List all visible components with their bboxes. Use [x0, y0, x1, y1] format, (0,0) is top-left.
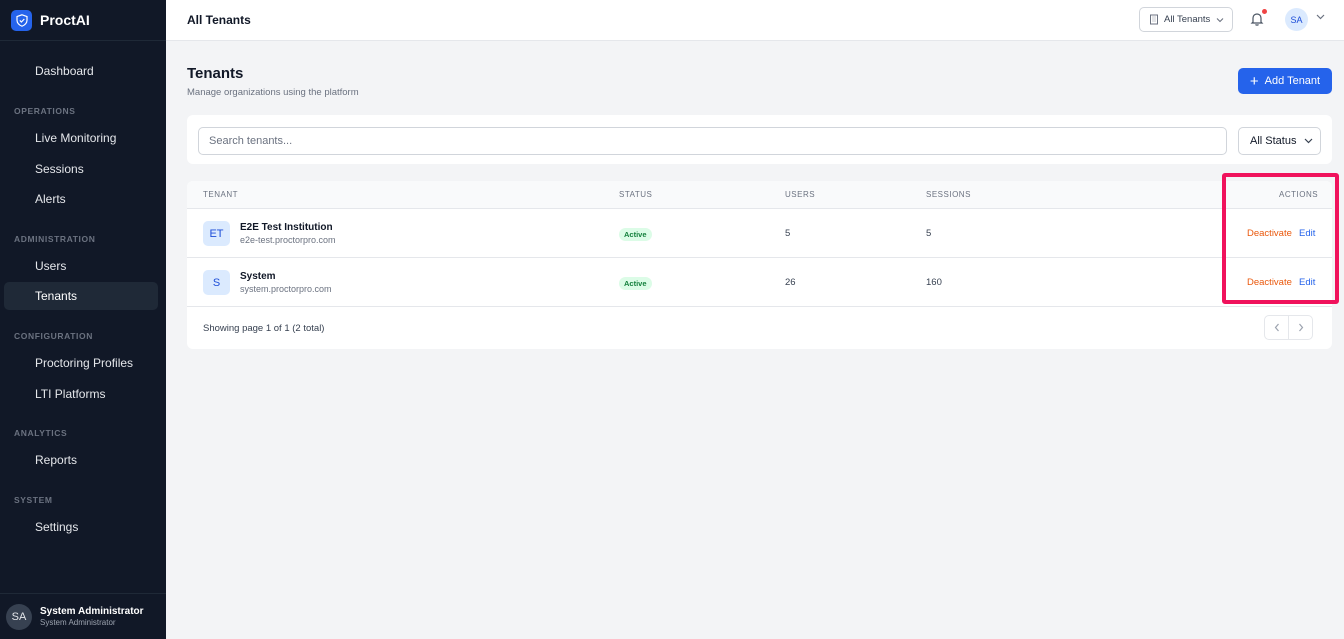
tenant-name: System — [240, 271, 276, 282]
tenants-table: TENANT STATUS USERS SESSIONS ACTIONS ET … — [187, 181, 1332, 349]
page-breadcrumb-title: All Tenants — [187, 13, 251, 27]
add-tenant-label: Add Tenant — [1264, 75, 1321, 87]
sidebar-item-lti-platforms[interactable]: LTI Platforms — [4, 380, 158, 408]
chevron-down-icon — [1305, 138, 1313, 144]
sidebar-item-tenants[interactable]: Tenants — [4, 282, 158, 310]
sidebar-item-reports[interactable]: Reports — [4, 446, 158, 474]
section-analytics: ANALYTICS — [14, 428, 68, 438]
notification-dot — [1262, 9, 1267, 14]
col-header-users[interactable]: USERS — [785, 190, 815, 199]
section-configuration: CONFIGURATION — [14, 331, 93, 341]
sessions-count: 5 — [926, 228, 932, 239]
tenant-domain: e2e-test.proctorpro.com — [240, 235, 336, 245]
shield-logo-icon — [11, 9, 32, 31]
app-name: ProctAI — [40, 12, 90, 28]
tenant-name: E2E Test Institution — [240, 222, 333, 233]
tenant-avatar: S — [203, 270, 230, 295]
building-icon — [1150, 14, 1158, 25]
tenant-switcher-label: All Tenants — [1164, 14, 1211, 25]
sidebar: ProctAI Dashboard OPERATIONS Live Monito… — [0, 0, 166, 639]
table-header: TENANT STATUS USERS SESSIONS ACTIONS — [187, 181, 1332, 209]
col-header-status[interactable]: STATUS — [619, 190, 652, 199]
user-role: System Administrator — [40, 618, 116, 627]
sessions-count: 160 — [926, 277, 942, 288]
chevron-left-icon — [1274, 323, 1279, 332]
status-badge: Active — [619, 228, 652, 241]
actions-highlight-box — [1222, 173, 1339, 304]
sidebar-item-dashboard[interactable]: Dashboard — [4, 57, 158, 85]
current-user[interactable]: SA System Administrator System Administr… — [0, 593, 166, 639]
sidebar-item-proctoring-profiles[interactable]: Proctoring Profiles — [4, 349, 158, 377]
status-filter-label: All Status — [1250, 135, 1297, 147]
add-tenant-button[interactable]: + Add Tenant — [1238, 68, 1332, 94]
page-subtitle: Manage organizations using the platform — [187, 87, 359, 98]
brand[interactable]: ProctAI — [0, 0, 166, 41]
pagination-summary: Showing page 1 of 1 (2 total) — [203, 323, 325, 334]
plus-icon: + — [1249, 72, 1259, 90]
sidebar-item-live-monitoring[interactable]: Live Monitoring — [4, 124, 158, 152]
page-title: Tenants — [187, 65, 244, 82]
sidebar-item-settings[interactable]: Settings — [4, 513, 158, 541]
search-input[interactable]: Search tenants... — [198, 127, 1227, 155]
sidebar-item-alerts[interactable]: Alerts — [4, 185, 158, 213]
col-header-sessions[interactable]: SESSIONS — [926, 190, 971, 199]
status-badge: Active — [619, 277, 652, 290]
topbar: All Tenants All Tenants SA — [166, 0, 1344, 41]
users-count: 5 — [785, 228, 791, 239]
filter-bar: Search tenants... All Status — [187, 115, 1332, 164]
section-operations: OPERATIONS — [14, 106, 76, 116]
chevron-down-icon[interactable] — [1316, 14, 1325, 20]
user-name: System Administrator — [40, 606, 144, 617]
section-system: SYSTEM — [14, 495, 53, 505]
sidebar-item-sessions[interactable]: Sessions — [4, 155, 158, 183]
tenant-avatar: ET — [203, 221, 230, 246]
next-page-button[interactable] — [1288, 315, 1313, 340]
status-filter-select[interactable]: All Status — [1238, 127, 1321, 155]
col-header-tenant[interactable]: TENANT — [203, 190, 238, 199]
section-administration: ADMINISTRATION — [14, 234, 96, 244]
tenant-domain: system.proctorpro.com — [240, 284, 332, 294]
users-count: 26 — [785, 277, 796, 288]
table-row: ET E2E Test Institution e2e-test.proctor… — [187, 209, 1332, 258]
table-row: S System system.proctorpro.com Active 26… — [187, 258, 1332, 307]
topbar-avatar[interactable]: SA — [1285, 8, 1308, 31]
chevron-down-icon — [1216, 17, 1224, 22]
sidebar-item-users[interactable]: Users — [4, 252, 158, 280]
user-avatar: SA — [6, 603, 32, 630]
tenant-switcher[interactable]: All Tenants — [1139, 7, 1233, 32]
chevron-right-icon — [1298, 323, 1303, 332]
prev-page-button[interactable] — [1264, 315, 1289, 340]
